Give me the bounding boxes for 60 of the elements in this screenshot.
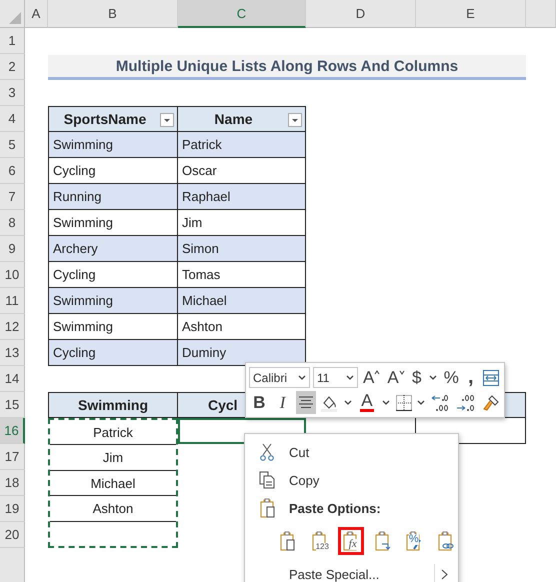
- row-header[interactable]: 7: [0, 184, 25, 210]
- table-cell: Jim: [50, 445, 176, 471]
- table-cell: Cycling: [48, 340, 178, 366]
- percent-button[interactable]: %: [442, 366, 461, 389]
- row-header[interactable]: 14: [0, 366, 25, 392]
- paste-option-button[interactable]: 123: [306, 527, 332, 555]
- table-cell: Michael: [50, 470, 176, 496]
- table-cell: Duminy: [178, 340, 306, 366]
- copy-menu-item[interactable]: Copy: [245, 466, 458, 494]
- row-header[interactable]: 3: [0, 80, 25, 106]
- bold-button[interactable]: B: [249, 391, 270, 414]
- row-header[interactable]: 9: [0, 236, 25, 262]
- paste-option-button[interactable]: fx: [338, 527, 364, 555]
- comma-style-button[interactable]: ,: [464, 366, 478, 389]
- column-heading: Swimming: [48, 392, 178, 418]
- font-name-field[interactable]: Calibri: [249, 367, 310, 388]
- increase-font-size-button[interactable]: A: [361, 366, 382, 389]
- column-header[interactable]: B: [48, 0, 178, 28]
- table-cell: Ashton: [50, 496, 176, 522]
- column-header[interactable]: D: [306, 0, 416, 28]
- column-header[interactable]: A: [25, 0, 48, 28]
- italic-button[interactable]: I: [272, 391, 293, 414]
- cut-menu-item[interactable]: Cut: [245, 438, 458, 466]
- table-cell: Simon: [178, 236, 306, 262]
- table-cell: Patrick: [178, 132, 306, 158]
- row-header[interactable]: 8: [0, 210, 25, 236]
- row-header[interactable]: 16: [0, 418, 25, 444]
- row-header[interactable]: 18: [0, 470, 25, 496]
- row-header[interactable]: 20: [0, 522, 25, 548]
- table-cell: Raphael: [178, 184, 306, 210]
- table-cell: Michael: [178, 288, 306, 314]
- row-header[interactable]: 19: [0, 496, 25, 522]
- table-cell: Swimming: [48, 288, 178, 314]
- font-size-field[interactable]: 11: [313, 367, 358, 388]
- row-header[interactable]: 10: [0, 262, 25, 288]
- row-header[interactable]: 6: [0, 158, 25, 184]
- row-header[interactable]: 11: [0, 288, 25, 314]
- table-cell: Running: [48, 184, 178, 210]
- row-header[interactable]: 1: [0, 28, 25, 54]
- title-banner: Multiple Unique Lists Along Rows And Columns: [48, 55, 526, 80]
- row-header[interactable]: 12: [0, 314, 25, 340]
- column-header[interactable]: C: [178, 0, 306, 28]
- column-heading: SportsName: [48, 106, 178, 132]
- row-header[interactable]: 2: [0, 54, 25, 80]
- row-header[interactable]: 5: [0, 132, 25, 158]
- menu-section-label: Paste Options:: [289, 500, 381, 516]
- row-header[interactable]: 15: [0, 392, 25, 418]
- table-cell: Swimming: [48, 132, 178, 158]
- row-header[interactable]: 17: [0, 444, 25, 470]
- row-header[interactable]: 13: [0, 340, 25, 366]
- row-header[interactable]: 4: [0, 106, 25, 132]
- decrease-font-size-button[interactable]: A: [385, 366, 407, 389]
- table-cell: Patrick: [50, 420, 176, 446]
- paste-option-button[interactable]: %: [401, 527, 426, 555]
- column-header[interactable]: E: [416, 0, 526, 28]
- font-color-button[interactable]: A: [360, 393, 374, 412]
- paste-special-menu-item[interactable]: Paste Special...: [245, 560, 458, 582]
- currency-button[interactable]: $: [410, 366, 424, 389]
- column-heading: Name: [178, 106, 306, 132]
- table-cell: Archery: [48, 236, 178, 262]
